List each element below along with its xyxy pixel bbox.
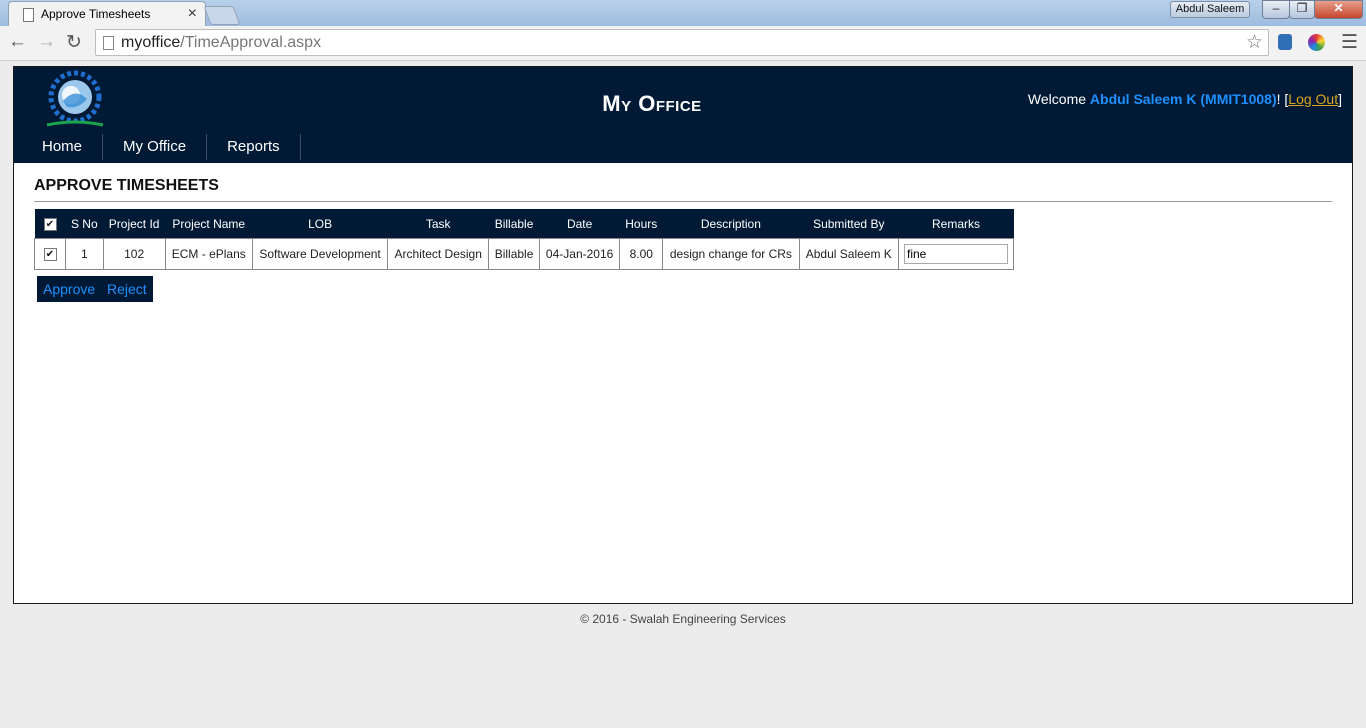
cell-billable: Billable xyxy=(488,238,540,270)
table-header-row: ✔ S No Project Id Project Name LOB Task … xyxy=(34,209,1014,239)
heading-divider xyxy=(34,201,1332,202)
welcome-prefix: Welcome xyxy=(1027,91,1090,107)
column-header-task: Task xyxy=(387,209,489,239)
cell-hours: 8.00 xyxy=(619,238,664,270)
url-host: myoffice xyxy=(121,34,181,51)
cell-date: 04-Jan-2016 xyxy=(538,238,621,270)
close-window-button[interactable]: ✕ xyxy=(1314,0,1363,19)
cell-lob: Software Development xyxy=(251,238,389,270)
column-header-project-id: Project Id xyxy=(103,209,166,239)
cell-task: Architect Design xyxy=(387,238,490,270)
column-header-hours: Hours xyxy=(619,209,663,239)
welcome-suffix: ! [ xyxy=(1276,91,1289,107)
footer-copyright: © 2016 - Swalah Engineering Services xyxy=(580,612,786,626)
page-container: My Office Welcome Abdul Saleem K (MMIT10… xyxy=(13,66,1353,604)
welcome-text: Welcome Abdul Saleem K (MMIT1008)! [Log … xyxy=(1028,91,1342,107)
column-header-billable: Billable xyxy=(488,209,540,239)
table-row: ✔ 1 102 ECM - ePlans Software Developmen… xyxy=(34,238,1014,270)
nav-item-home[interactable]: Home xyxy=(22,134,104,160)
approve-button[interactable]: Approve xyxy=(37,276,102,302)
maximize-button[interactable]: ❐ xyxy=(1289,0,1315,19)
page-icon xyxy=(23,8,34,22)
address-bar[interactable]: myoffice/TimeApproval.aspx ☆ xyxy=(95,29,1269,56)
timesheet-table: ✔ S No Project Id Project Name LOB Task … xyxy=(34,209,1014,270)
browser-toolbar: ← → ↻ myoffice/TimeApproval.aspx ☆ ☰ xyxy=(0,26,1366,61)
cell-sno: 1 xyxy=(65,238,104,270)
document-icon xyxy=(103,36,114,50)
select-all-header: ✔ xyxy=(34,209,66,239)
star-icon[interactable]: ☆ xyxy=(1246,31,1263,54)
row-select-cell: ✔ xyxy=(34,238,66,270)
cell-project-name: ECM - ePlans xyxy=(164,238,253,270)
profile-badge[interactable]: Abdul Saleem xyxy=(1170,1,1250,18)
nav-item-reports[interactable]: Reports xyxy=(207,134,301,160)
site-header: My Office Welcome Abdul Saleem K (MMIT10… xyxy=(14,67,1352,163)
url-path: /TimeApproval.aspx xyxy=(180,34,322,51)
logout-link[interactable]: Log Out xyxy=(1288,91,1338,107)
tab-title: Approve Timesheets xyxy=(41,7,151,21)
column-header-sno: S No xyxy=(65,209,104,239)
cell-description: design change for CRs xyxy=(662,238,800,270)
column-header-submitted-by: Submitted By xyxy=(799,209,899,239)
browser-titlebar: Approve Timesheets × Abdul Saleem – ❐ ✕ xyxy=(0,0,1366,27)
close-bracket: ] xyxy=(1338,91,1342,107)
color-wheel-extension-icon[interactable] xyxy=(1308,34,1325,51)
cell-remarks xyxy=(898,238,1014,270)
reject-button[interactable]: Reject xyxy=(101,276,153,302)
main-nav: Home My Office Reports xyxy=(22,134,301,160)
new-tab-button[interactable] xyxy=(203,6,241,25)
cell-submitted-by: Abdul Saleem K xyxy=(798,238,900,270)
tab-close-icon[interactable]: × xyxy=(188,5,197,23)
extension-icon[interactable] xyxy=(1278,34,1292,50)
forward-arrow-icon[interactable]: → xyxy=(37,31,56,53)
column-header-lob: LOB xyxy=(252,209,388,239)
remarks-input[interactable] xyxy=(904,244,1008,264)
browser-tab[interactable]: Approve Timesheets × xyxy=(8,1,206,27)
nav-item-my-office[interactable]: My Office xyxy=(103,134,208,160)
reload-icon[interactable]: ↻ xyxy=(66,31,82,54)
url-text: myoffice/TimeApproval.aspx xyxy=(121,34,321,52)
column-header-project-name: Project Name xyxy=(165,209,253,239)
cell-project-id: 102 xyxy=(102,238,166,270)
column-header-description: Description xyxy=(662,209,800,239)
row-checkbox[interactable]: ✔ xyxy=(43,248,57,262)
column-header-date: Date xyxy=(539,209,620,239)
column-header-remarks: Remarks xyxy=(898,209,1014,239)
page-title: APPROVE TIMESHEETS xyxy=(34,177,219,194)
user-name: Abdul Saleem K (MMIT1008) xyxy=(1089,91,1277,107)
select-all-checkbox[interactable]: ✔ xyxy=(43,217,57,231)
back-arrow-icon[interactable]: ← xyxy=(8,31,27,53)
minimize-button[interactable]: – xyxy=(1262,0,1290,19)
hamburger-menu-icon[interactable]: ☰ xyxy=(1341,31,1358,54)
